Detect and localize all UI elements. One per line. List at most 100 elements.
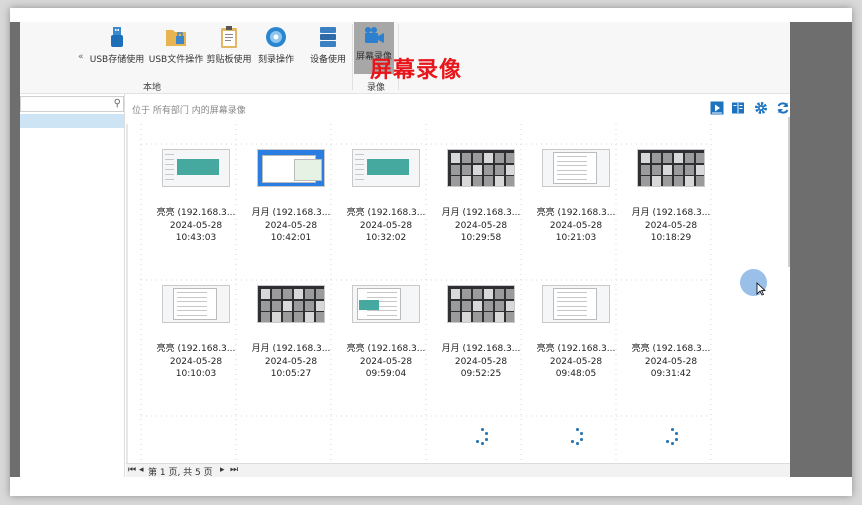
recording-caption[interactable]: 月月 (192.168.3... 2024-05-28 10:29:58 bbox=[436, 207, 526, 245]
folder-lock-icon bbox=[166, 30, 186, 46]
recording-time: 10:29:58 bbox=[460, 233, 502, 243]
recording-date: 2024-05-28 bbox=[169, 356, 223, 367]
recording-name: 亮亮 (192.168.3... bbox=[346, 208, 426, 218]
recording-time: 10:32:02 bbox=[365, 233, 407, 243]
first-page-icon[interactable]: ⏮ bbox=[128, 465, 136, 475]
recording-thumbnail[interactable] bbox=[637, 149, 705, 187]
mouse-cursor-icon bbox=[756, 282, 766, 296]
recording-caption[interactable]: 亮亮 (192.168.3... 2024-05-28 09:59:04 bbox=[341, 343, 431, 381]
tree-selected-item[interactable] bbox=[20, 114, 124, 128]
recording-date: 2024-05-28 bbox=[549, 220, 603, 231]
left-border bbox=[10, 22, 20, 477]
recording-caption[interactable]: 亮亮 (192.168.3... 2024-05-28 10:10:03 bbox=[151, 343, 241, 381]
recording-date: 2024-05-28 bbox=[359, 220, 413, 231]
right-border bbox=[790, 22, 852, 477]
vertical-scrollbar[interactable] bbox=[788, 117, 790, 267]
recording-caption[interactable]: 月月 (192.168.3... 2024-05-28 09:52:25 bbox=[436, 343, 526, 381]
burn-ops-label: 刻录操作 bbox=[257, 55, 294, 65]
clipboard-button[interactable]: 剪贴板使用 bbox=[206, 22, 252, 72]
loading-spinner-icon bbox=[568, 428, 584, 446]
usb-file-ops-button[interactable]: USB文件操作 bbox=[148, 22, 204, 72]
recording-date: 2024-05-28 bbox=[169, 220, 223, 231]
device-icon bbox=[320, 27, 336, 47]
play-icon[interactable] bbox=[710, 101, 724, 115]
recording-name: 亮亮 (192.168.3... bbox=[346, 344, 426, 354]
app-window: « USB存储使用 USB文件操作 剪贴板使用 刻录操作 设备使用 屏幕录像 本… bbox=[20, 22, 790, 477]
recording-caption[interactable]: 亮亮 (192.168.3... 2024-05-28 09:31:42 bbox=[626, 343, 716, 381]
recording-time: 10:43:03 bbox=[175, 233, 217, 243]
recording-thumbnail[interactable] bbox=[162, 149, 230, 187]
usb-file-ops-label: USB文件操作 bbox=[148, 55, 204, 65]
view-toolbar bbox=[710, 101, 790, 117]
recording-date: 2024-05-28 bbox=[454, 356, 508, 367]
recording-thumbnail[interactable] bbox=[257, 149, 325, 187]
recording-name: 亮亮 (192.168.3... bbox=[156, 344, 236, 354]
recording-time: 10:10:03 bbox=[175, 369, 217, 379]
recording-time: 10:21:03 bbox=[555, 233, 597, 243]
recording-name: 月月 (192.168.3... bbox=[251, 344, 331, 354]
recording-caption[interactable]: 亮亮 (192.168.3... 2024-05-28 10:43:03 bbox=[151, 207, 241, 245]
recording-name: 月月 (192.168.3... bbox=[631, 208, 711, 218]
recording-time: 10:18:29 bbox=[650, 233, 692, 243]
book-icon[interactable] bbox=[731, 101, 745, 115]
recording-name: 亮亮 (192.168.3... bbox=[536, 344, 616, 354]
recording-time: 09:52:25 bbox=[460, 369, 502, 379]
device-usage-label: 设备使用 bbox=[309, 55, 346, 65]
recording-name: 月月 (192.168.3... bbox=[251, 208, 331, 218]
device-usage-button[interactable]: 设备使用 bbox=[308, 22, 348, 72]
usb-storage-label: USB存储使用 bbox=[89, 55, 145, 65]
search-icon[interactable]: ⚲ bbox=[114, 98, 121, 109]
recording-thumbnail[interactable] bbox=[162, 285, 230, 323]
ribbon-arrow-icon: « bbox=[78, 52, 84, 62]
clipboard-label: 剪贴板使用 bbox=[206, 55, 252, 65]
overlay-caption: 屏幕录像 bbox=[370, 58, 463, 83]
recording-caption[interactable]: 亮亮 (192.168.3... 2024-05-28 10:32:02 bbox=[341, 207, 431, 245]
recording-caption[interactable]: 月月 (192.168.3... 2024-05-28 10:42:01 bbox=[246, 207, 336, 245]
recording-thumbnail[interactable] bbox=[542, 285, 610, 323]
recording-caption[interactable]: 亮亮 (192.168.3... 2024-05-28 10:21:03 bbox=[531, 207, 621, 245]
tree-search-input[interactable]: ⚲ bbox=[20, 96, 124, 112]
recording-name: 亮亮 (192.168.3... bbox=[631, 344, 711, 354]
recording-thumbnail[interactable] bbox=[542, 149, 610, 187]
department-tree-panel: ⚲ bbox=[20, 94, 125, 477]
recording-name: 月月 (192.168.3... bbox=[441, 344, 521, 354]
recording-caption[interactable]: 月月 (192.168.3... 2024-05-28 10:18:29 bbox=[626, 207, 716, 245]
recording-name: 月月 (192.168.3... bbox=[441, 208, 521, 218]
disc-icon bbox=[266, 27, 286, 47]
recording-caption[interactable]: 亮亮 (192.168.3... 2024-05-28 09:48:05 bbox=[531, 343, 621, 381]
last-page-icon[interactable]: ⏭ bbox=[230, 465, 238, 475]
recording-date: 2024-05-28 bbox=[359, 356, 413, 367]
recording-date: 2024-05-28 bbox=[454, 220, 508, 231]
video-camera-icon bbox=[365, 27, 384, 43]
ribbon-separator bbox=[352, 24, 353, 90]
recording-thumbnail[interactable] bbox=[257, 285, 325, 323]
recording-caption[interactable]: 月月 (192.168.3... 2024-05-28 10:05:27 bbox=[246, 343, 336, 381]
recording-time: 10:05:27 bbox=[270, 369, 312, 379]
recording-time: 09:59:04 bbox=[365, 369, 407, 379]
usb-icon bbox=[111, 27, 123, 47]
recordings-content: 位于 所有部门 内的屏幕录像 亮亮 (192.168.3... 2024-05-2… bbox=[126, 94, 790, 477]
burn-ops-button[interactable]: 刻录操作 bbox=[256, 22, 296, 72]
group-label-local: 本地 bbox=[143, 83, 162, 93]
recording-time: 10:42:01 bbox=[270, 233, 312, 243]
recording-time: 09:31:42 bbox=[650, 369, 692, 379]
pagination-bar: ⏮ ◂ 第 1 页, 共 5 页 ▸ ⏭ bbox=[126, 463, 790, 477]
usb-storage-button[interactable]: USB存储使用 bbox=[88, 22, 146, 72]
refresh-icon[interactable] bbox=[776, 101, 790, 115]
loading-spinner-icon bbox=[473, 428, 489, 446]
recording-thumbnail[interactable] bbox=[352, 285, 420, 323]
recording-thumbnail[interactable] bbox=[352, 149, 420, 187]
recording-name: 亮亮 (192.168.3... bbox=[156, 208, 236, 218]
recording-date: 2024-05-28 bbox=[549, 356, 603, 367]
next-page-icon[interactable]: ▸ bbox=[220, 465, 225, 475]
recording-date: 2024-05-28 bbox=[644, 220, 698, 231]
recording-thumbnail[interactable] bbox=[447, 285, 515, 323]
recording-name: 亮亮 (192.168.3... bbox=[536, 208, 616, 218]
prev-page-icon[interactable]: ◂ bbox=[139, 465, 144, 475]
recording-time: 09:48:05 bbox=[555, 369, 597, 379]
gear-icon[interactable] bbox=[754, 101, 768, 115]
location-path: 位于 所有部门 内的屏幕录像 bbox=[132, 106, 246, 116]
recording-date: 2024-05-28 bbox=[264, 220, 318, 231]
recording-thumbnail[interactable] bbox=[447, 149, 515, 187]
page-indicator: 第 1 页, 共 5 页 bbox=[148, 468, 213, 477]
